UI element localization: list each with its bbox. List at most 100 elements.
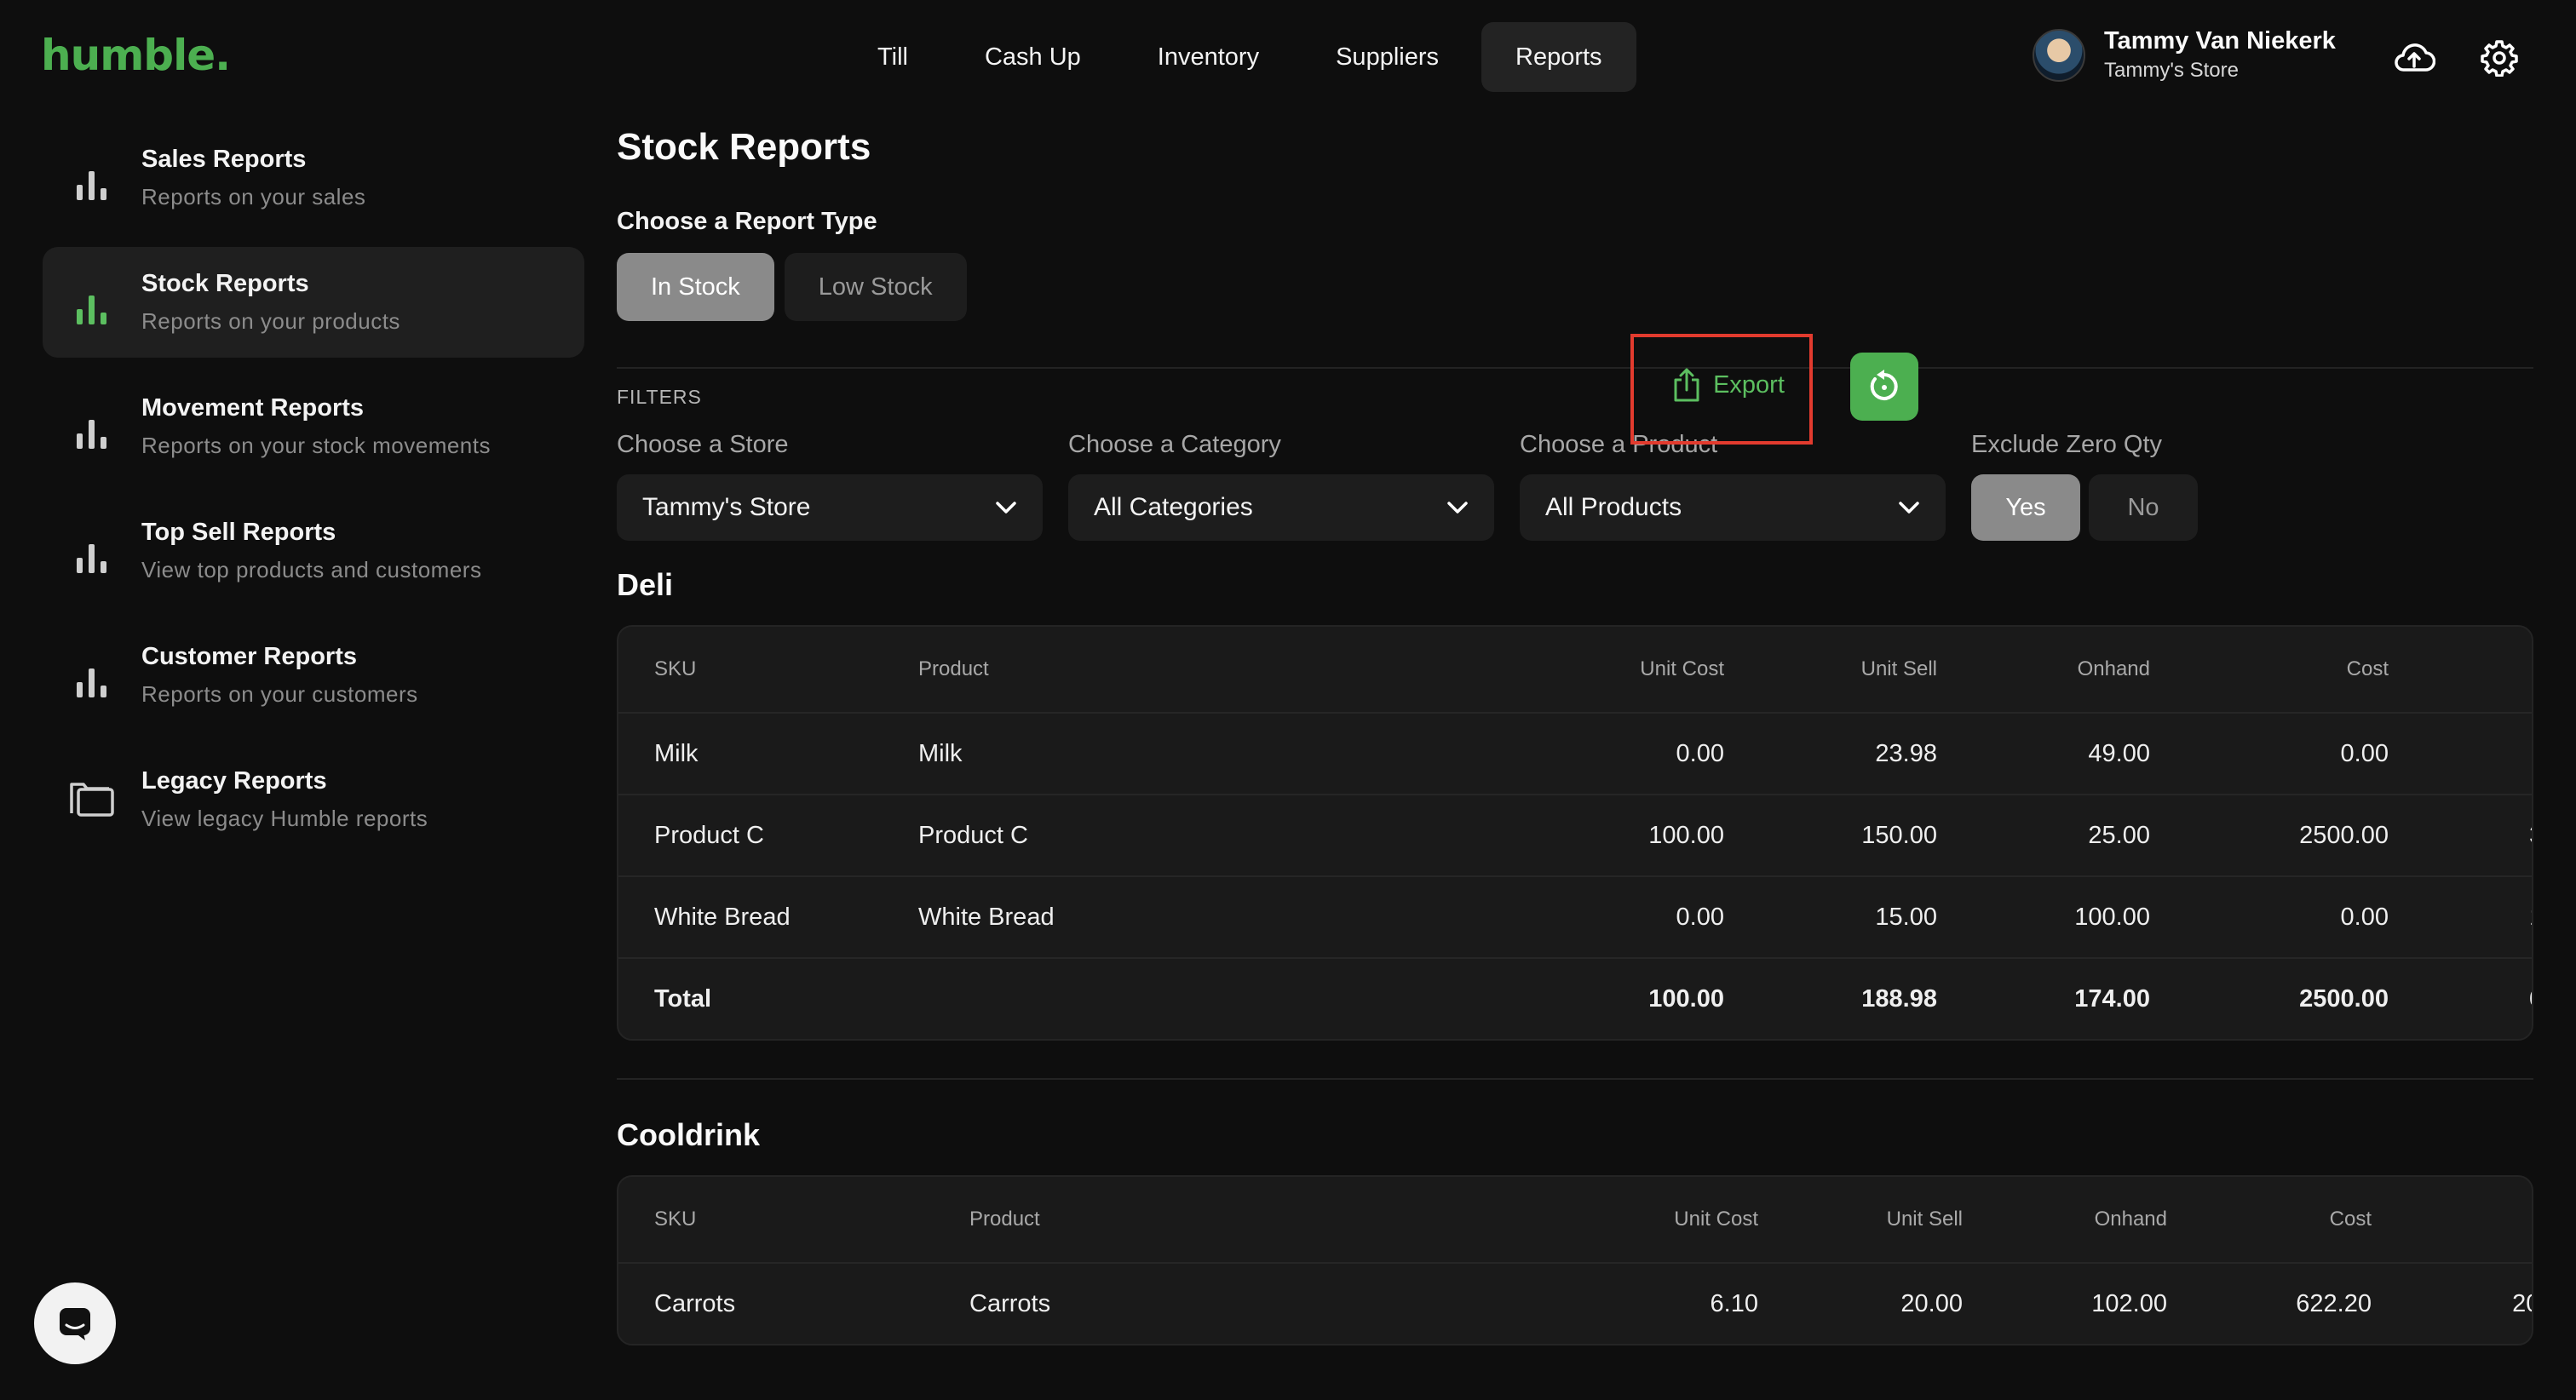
cell-sell: 3750.00 — [2424, 822, 2532, 850]
export-label: Export — [1713, 370, 1785, 399]
in-stock-button[interactable]: In Stock — [617, 253, 774, 321]
cell-unit-cost: 6.10 — [1710, 1289, 1758, 1317]
cell-unit-cost: 0.00 — [1676, 903, 1724, 931]
nav-reports[interactable]: Reports — [1481, 22, 1636, 92]
bar-chart-icon — [68, 154, 116, 202]
group-title-deli: Deli — [617, 567, 674, 602]
chevron-down-icon — [1899, 502, 1919, 514]
table-total-row: Total 100.00 188.98 174.00 2500.00 6425.02 — [618, 957, 2532, 1039]
exclude-zero-label: Exclude Zero Qty — [1971, 431, 2163, 458]
column-header-sell: Sell — [2424, 657, 2532, 681]
column-header-unit-cost: Unit Cost — [1674, 1208, 1758, 1231]
user-profile[interactable]: Tammy Van Niekerk Tammy's Store — [2033, 27, 2336, 83]
cell-product: White Bread — [918, 903, 1055, 931]
bar-chart-icon — [68, 651, 116, 699]
filters-heading: FILTERS — [617, 386, 702, 408]
table-row[interactable]: Milk Milk 0.00 23.98 49.00 0.00 1175.02 — [618, 712, 2532, 794]
exclude-zero-yes-button[interactable]: Yes — [1971, 474, 2080, 541]
cell-onhand: 102.00 — [2091, 1289, 2167, 1317]
bar-chart-icon — [68, 403, 116, 450]
store-select-value: Tammy's Store — [642, 493, 811, 521]
cell-sku: Product C — [654, 821, 764, 849]
sidebar-item-stock-reports[interactable]: Stock Reports Reports on your products — [43, 247, 584, 358]
humble-logo[interactable]: humble. — [41, 31, 231, 80]
gear-icon[interactable] — [2475, 34, 2523, 82]
column-header-sell: Sell — [2407, 1208, 2532, 1231]
sidebar-item-legacy-reports[interactable]: Legacy Reports View legacy Humble report… — [43, 744, 584, 855]
cell-unit-sell: 23.98 — [1875, 739, 1937, 767]
refresh-button[interactable] — [1850, 353, 1918, 421]
cell-unit-cost: 100.00 — [1648, 821, 1724, 849]
nav-suppliers[interactable]: Suppliers — [1302, 22, 1473, 92]
column-header-cost: Cost — [2329, 1208, 2372, 1231]
column-header-product: Product — [969, 1208, 1040, 1231]
chevron-down-icon — [1447, 502, 1468, 514]
cooldrink-table: SKU Product Unit Cost Unit Sell Onhand Cost Se… — [617, 1175, 2533, 1345]
cell-sell: 2040.00 — [2512, 1289, 2532, 1317]
product-select-value: All Products — [1545, 493, 1682, 521]
total-onhand: 174.00 — [2074, 984, 2150, 1013]
cell-cost: 622.20 — [2296, 1289, 2372, 1317]
chevron-down-icon — [996, 502, 1016, 514]
sidebar-item-title: Top Sell Reports — [141, 519, 336, 546]
table-row[interactable]: Carrots Carrots 6.10 20.00 102.00 622.20 2040.… — [618, 1262, 2532, 1344]
column-header-unit-sell: Unit Sell — [1886, 1208, 1963, 1231]
cell-sell: 1175.02 — [2424, 740, 2532, 768]
sidebar-item-subtitle: Reports on your customers — [141, 681, 418, 707]
cell-unit-cost: 0.00 — [1676, 739, 1724, 767]
total-sell: 6425.02 — [2424, 985, 2532, 1013]
total-unit-sell: 188.98 — [1861, 984, 1937, 1013]
filters-row: Choose a Store Tammy's Store Choose a Ca… — [617, 431, 2533, 567]
sidebar-item-sales-reports[interactable]: Sales Reports Reports on your sales — [43, 123, 584, 233]
cell-sku: Milk — [654, 739, 699, 767]
nav-till[interactable]: Till — [843, 22, 942, 92]
nav-cash-up[interactable]: Cash Up — [951, 22, 1115, 92]
cell-cost: 2500.00 — [2299, 821, 2389, 849]
total-sku: Total — [654, 984, 712, 1013]
sidebar-item-title: Stock Reports — [141, 270, 309, 297]
exclude-zero-no-button[interactable]: No — [2089, 474, 2198, 541]
stock-reports-panel: Stock Reports Choose a Report Type In St… — [617, 123, 2533, 1345]
product-select[interactable]: All Products — [1520, 474, 1946, 541]
column-header-cost: Cost — [2346, 657, 2389, 680]
report-type-label: Choose a Report Type — [617, 208, 877, 235]
share-export-icon — [1674, 368, 1699, 402]
sidebar-item-customer-reports[interactable]: Customer Reports Reports on your custome… — [43, 620, 584, 731]
chat-support-button[interactable] — [34, 1282, 116, 1364]
store-select[interactable]: Tammy's Store — [617, 474, 1043, 541]
sidebar-item-top-sell-reports[interactable]: Top Sell Reports View top products and c… — [43, 496, 584, 606]
reports-sidebar: Sales Reports Reports on your sales Stoc… — [43, 123, 584, 869]
sidebar-item-title: Sales Reports — [141, 146, 307, 173]
category-filter-label: Choose a Category — [1068, 431, 1281, 458]
cell-product: Carrots — [969, 1289, 1051, 1317]
sidebar-item-title: Movement Reports — [141, 394, 365, 422]
cell-onhand: 100.00 — [2074, 903, 2150, 931]
bar-chart-icon — [68, 527, 116, 575]
table-row[interactable]: Product C Product C 100.00 150.00 25.00 2500.… — [618, 794, 2532, 875]
export-button[interactable]: Export — [1656, 351, 1801, 419]
cell-product: Milk — [918, 739, 963, 767]
exclude-zero-toggle: Yes No — [1971, 474, 2198, 541]
low-stock-button[interactable]: Low Stock — [784, 253, 967, 321]
column-header-sku: SKU — [654, 1208, 697, 1231]
cell-cost: 0.00 — [2340, 903, 2389, 931]
divider — [617, 1078, 2533, 1080]
nav-inventory[interactable]: Inventory — [1124, 22, 1293, 92]
cell-unit-sell: 15.00 — [1875, 903, 1937, 931]
column-header-onhand: Onhand — [2094, 1208, 2167, 1231]
column-header-product: Product — [918, 657, 989, 680]
cell-unit-sell: 20.00 — [1900, 1289, 1963, 1317]
cell-sku: White Bread — [654, 903, 791, 931]
table-row[interactable]: White Bread White Bread 0.00 15.00 100.00 0.0… — [618, 875, 2532, 957]
category-filter: Choose a Category All Categories — [1068, 431, 1494, 541]
cloud-upload-icon[interactable] — [2390, 34, 2438, 82]
group-title-cooldrink: Cooldrink — [617, 1117, 760, 1152]
sidebar-item-movement-reports[interactable]: Movement Reports Reports on your stock m… — [43, 371, 584, 482]
column-header-onhand: Onhand — [2077, 657, 2150, 680]
divider — [617, 367, 2533, 369]
category-select[interactable]: All Categories — [1068, 474, 1494, 541]
sidebar-item-title: Legacy Reports — [141, 767, 327, 795]
sidebar-item-title: Customer Reports — [141, 643, 357, 670]
main-nav: Till Cash Up Inventory Suppliers Reports — [843, 22, 1636, 92]
refresh-icon — [1870, 370, 1898, 400]
